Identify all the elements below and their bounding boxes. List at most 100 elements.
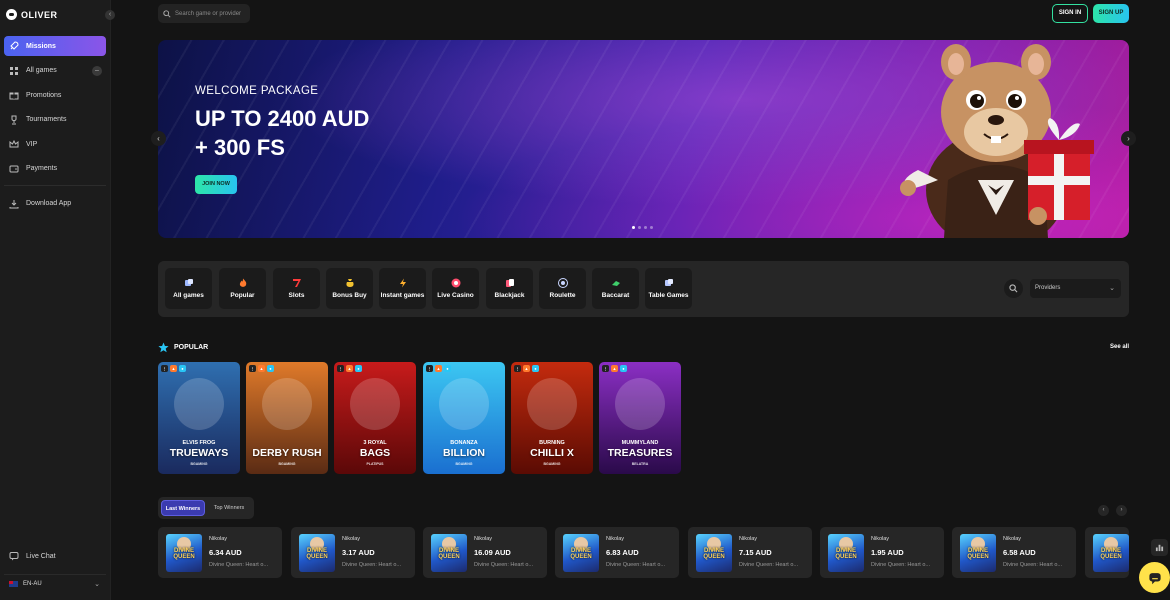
winner-thumb-title: DIVINE QUEEN [835,548,857,560]
winner-amount: 7.15 AUD [739,548,772,557]
winner-card[interactable]: DIVINE QUEEN Nikolay 1.95 AUD Divine Queen:… [820,527,944,578]
info-icon[interactable]: ⋮ [514,365,521,372]
game-tile[interactable]: ⋮ ▲ ● ELVIS FROG TRUEWAYS BGAMING [158,362,240,474]
banner-next-arrow-icon[interactable]: › [1121,131,1136,146]
sidebar-item-vip[interactable]: VIP [4,134,106,154]
sidebar-item-payments[interactable]: Payments [4,159,106,179]
sidebar-item-all-games[interactable]: All games – [4,61,106,81]
sidebar-item-download-app[interactable]: Download App [4,194,106,214]
winner-thumb-title: DIVINE QUEEN [306,548,328,560]
game-tile[interactable]: ⋮ ▲ ● DERBY RUSH BGAMING [246,362,328,474]
category-bonus-buy[interactable]: Bonus Buy [326,268,373,309]
sidebar-item-label: All games [26,67,57,74]
category-table-games[interactable]: Table Games [645,268,692,309]
winner-card[interactable]: DIVINE QUEEN Nikolay 3.17 AUD Divine Queen:… [291,527,415,578]
info-icon[interactable]: ⋮ [249,365,256,372]
search-icon [163,9,171,18]
new-badge-icon: ● [620,365,627,372]
sign-up-button[interactable]: SIGN UP [1093,4,1129,23]
provider-search-button[interactable] [1004,279,1023,298]
stats-button[interactable] [1151,539,1168,556]
winner-thumb-title: DIVINE QUEEN [438,548,460,560]
game-provider: BGAMING [190,462,208,466]
game-art [262,378,312,430]
sidebar-item-tournaments[interactable]: Tournaments [4,110,106,130]
live-chat-label: Live Chat [26,552,56,560]
collapse-sidebar-button[interactable]: ‹ [105,10,115,20]
support-chat-button[interactable] [1139,562,1170,593]
category-roulette[interactable]: Roulette [539,268,586,309]
winner-game: Divine Queen: Heart o... [474,562,534,568]
winner-game-thumbnail: DIVINE QUEEN [563,534,599,572]
see-all-link[interactable]: See all [1110,344,1129,350]
winner-card[interactable]: DIVINE QUEEN Nikolay 16.09 AUD Divine Queen… [423,527,547,578]
info-icon[interactable]: ⋮ [602,365,609,372]
winner-name: Nikolay [871,536,890,542]
winner-card[interactable]: DIVINE QUEEN Nikolay 6.34 AUD Divine Queen:… [158,527,282,578]
category-popular[interactable]: Popular [219,268,266,309]
new-badge-icon: ● [179,365,186,372]
winners-prev-arrow-icon[interactable]: ‹ [1098,505,1109,516]
crown-icon [9,139,19,149]
language-selector[interactable]: EN-AU ⌄ [4,574,106,592]
new-badge-icon: ● [444,365,451,372]
search-input[interactable]: Search game or provider [158,4,250,23]
category-slots[interactable]: Slots [273,268,320,309]
winner-name: Nikolay [342,536,361,542]
game-title: DERBY RUSH [252,447,322,459]
category-live-casino[interactable]: Live Casino [432,268,479,309]
promo-banner[interactable]: WELCOME PACKAGE UP TO 2400 AUD + 300 FS … [158,40,1129,238]
winner-amount: 16.09 AUD [474,548,511,557]
sidebar-item-label: Missions [26,42,56,50]
grid-icon [9,66,19,76]
winner-card[interactable]: DIVINE QUEEN Nikolay 6.58 AUD Divine Queen:… [952,527,1076,578]
baccarat-icon [611,278,621,288]
winner-game-thumbnail: DIVINE QUEEN [299,534,335,572]
game-badges: ⋮ ▲ ● [426,365,451,372]
game-tile[interactable]: ⋮ ▲ ● BURNING CHILLI X BGAMING [511,362,593,474]
winners-next-arrow-icon[interactable]: › [1116,505,1127,516]
live-chat-link[interactable]: Live Chat [9,551,56,561]
flame-icon: ▲ [258,365,265,372]
sidebar-item-missions[interactable]: Missions [4,36,106,56]
new-badge-icon: ● [267,365,274,372]
brand-name: OLIVER [21,9,58,20]
category-baccarat[interactable]: Baccarat [592,268,639,309]
tab-top-winners[interactable]: Top Winners [207,500,251,516]
game-art [439,378,489,430]
game-badges: ⋮ ▲ ● [161,365,186,372]
game-tile[interactable]: ⋮ ▲ ● MUMMYLAND TREASURES BELATRA [599,362,681,474]
game-title: CHILLI X [530,447,574,459]
category-label: Instant games [380,291,425,299]
category-all-games[interactable]: All games [165,268,212,309]
game-provider: PLATIPUS [366,462,384,466]
winner-game: Divine Queen: Heart o... [1003,562,1063,568]
banner-prev-arrow-icon[interactable]: ‹ [151,131,166,146]
info-icon[interactable]: ⋮ [161,365,168,372]
category-label: Live Casino [437,291,474,299]
chat-icon [9,551,19,561]
winner-card[interactable]: DIVINE QUEEN Nikolay 7.15 AUD Divine Queen:… [688,527,812,578]
game-title: TREASURES [607,447,673,459]
info-icon[interactable]: ⋮ [426,365,433,372]
rocket-icon [9,41,19,51]
winner-card[interactable]: DIVINE QUEEN Nikolay 6.83 AUD Divine Queen:… [555,527,679,578]
sidebar-item-promotions[interactable]: Promotions [4,85,106,105]
join-now-button[interactable]: JOIN NOW [195,175,237,194]
game-tile[interactable]: ⋮ ▲ ● 3 ROYAL BAGS PLATIPUS [334,362,416,474]
category-label: All games [173,291,204,299]
sign-in-button[interactable]: SIGN IN [1052,4,1088,23]
flame-icon: ▲ [346,365,353,372]
category-label: Roulette [549,291,576,299]
winner-card[interactable]: DIVINE QUEEN [1085,527,1129,578]
game-tile[interactable]: ⋮ ▲ ● BONANZA BILLION BGAMING [423,362,505,474]
tab-last-winners[interactable]: Last Winners [161,500,205,516]
game-badges: ⋮ ▲ ● [602,365,627,372]
expand-icon[interactable]: – [92,65,102,76]
providers-dropdown[interactable]: Providers ⌄ [1030,279,1121,298]
info-icon[interactable]: ⋮ [337,365,344,372]
category-blackjack[interactable]: Blackjack [486,268,533,309]
category-instant-games[interactable]: Instant games [379,268,426,309]
brand-logo[interactable]: OLIVER [6,9,58,20]
carousel-dots[interactable] [632,226,653,229]
